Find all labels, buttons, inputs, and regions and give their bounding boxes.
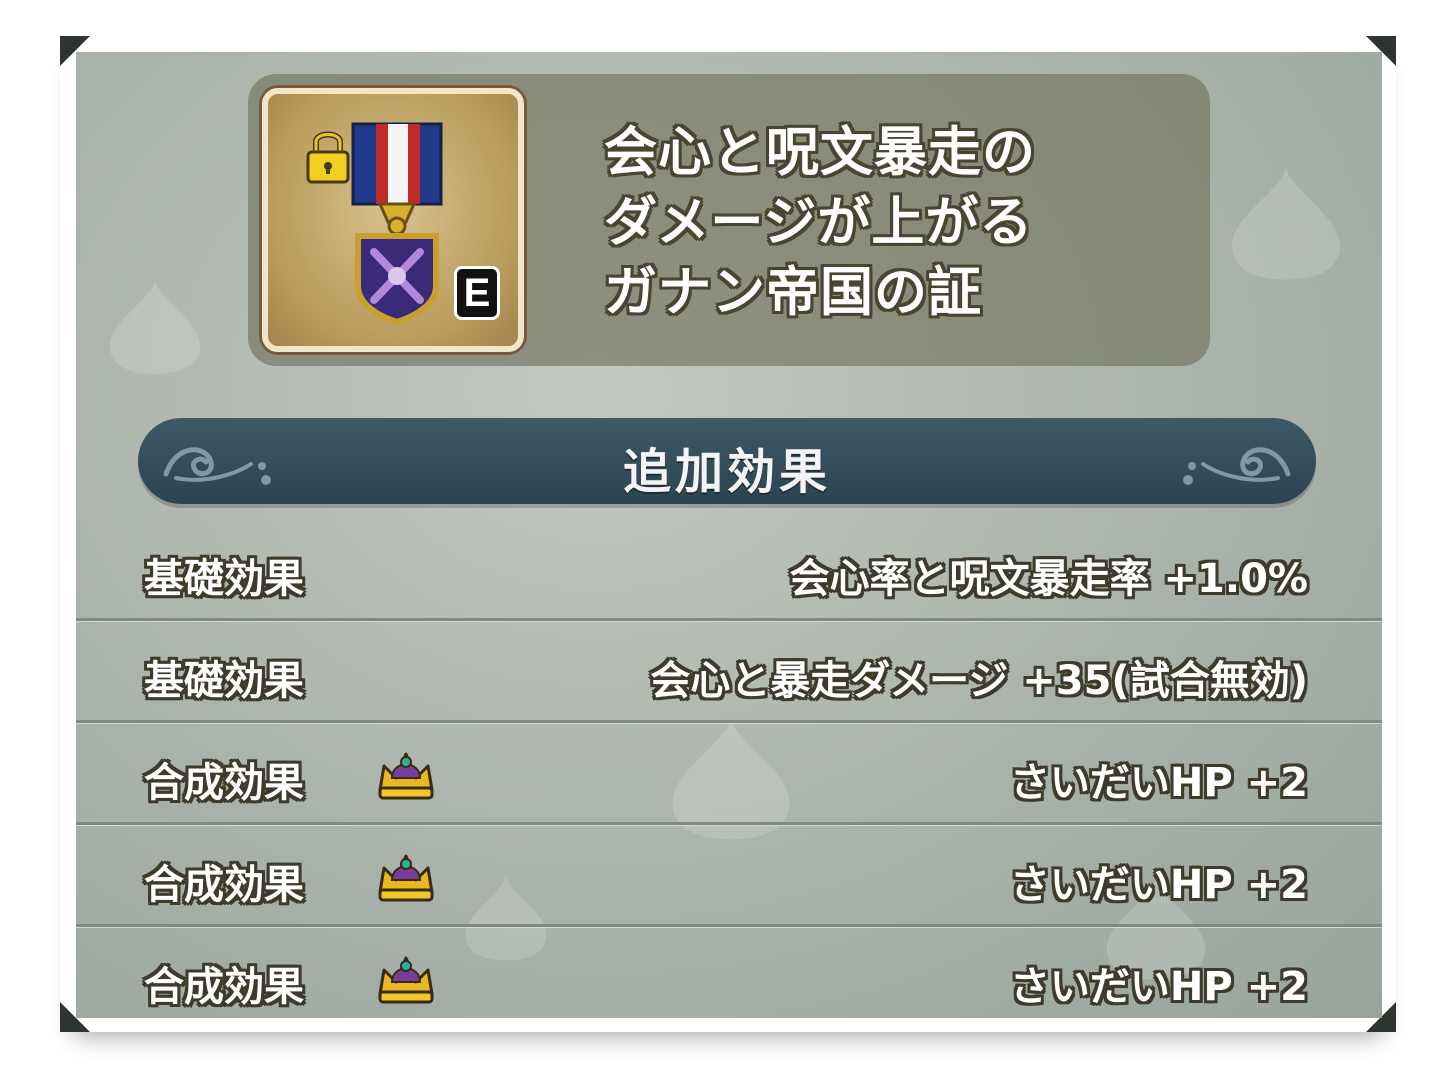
crown-icon — [378, 752, 434, 800]
effect-value: さいだいHP +2 — [1009, 760, 1308, 806]
effect-label: 合成効果 — [144, 862, 304, 908]
effect-value: 会心率と呪文暴走率 +1.0% — [789, 556, 1308, 602]
item-name-line: ダメージが上がる — [604, 192, 1034, 253]
item-name-line: 会心と呪文暴走の — [604, 122, 1036, 183]
effect-value: さいだいHP +2 — [1009, 862, 1308, 908]
slime-watermark-icon — [110, 281, 200, 374]
section-header-bar: 追加効果 — [138, 418, 1316, 504]
section-title: 追加効果 — [622, 444, 831, 500]
item-icon-frame[interactable]: E — [262, 88, 524, 352]
item-name-line: ガナン帝国の証 — [604, 262, 982, 323]
effect-row: 基礎効果 会心と暴走ダメージ +35(試合無効) — [76, 622, 1382, 724]
effect-row: 基礎効果 会心率と呪文暴走率 +1.0% — [76, 520, 1382, 622]
effect-row: 合成効果 さいだいHP +2 — [76, 724, 1382, 826]
item-name: 会心と呪文暴走の ダメージが上がる ガナン帝国の証 — [604, 118, 1164, 328]
lock-icon — [306, 131, 350, 184]
equipped-badge: E — [454, 266, 500, 320]
effect-value: 会心と暴走ダメージ +35(試合無効) — [650, 658, 1308, 704]
effect-label: 基礎効果 — [144, 658, 304, 704]
effect-label: 合成効果 — [144, 964, 304, 1010]
effect-label: 基礎効果 — [144, 556, 304, 602]
accessory-detail-panel: E 会心と呪文暴走の ダメージが上がる ガナン帝国の証 追加効果 基礎効果 会心… — [76, 52, 1382, 1018]
effect-row: 合成効果 さいだいHP +2 — [76, 928, 1382, 1018]
crown-icon — [378, 956, 434, 1004]
effect-value: さいだいHP +2 — [1009, 964, 1308, 1010]
crown-icon — [378, 854, 434, 902]
effect-label: 合成効果 — [144, 760, 304, 806]
effect-row: 合成効果 さいだいHP +2 — [76, 826, 1382, 928]
slime-watermark-icon — [1232, 168, 1340, 280]
